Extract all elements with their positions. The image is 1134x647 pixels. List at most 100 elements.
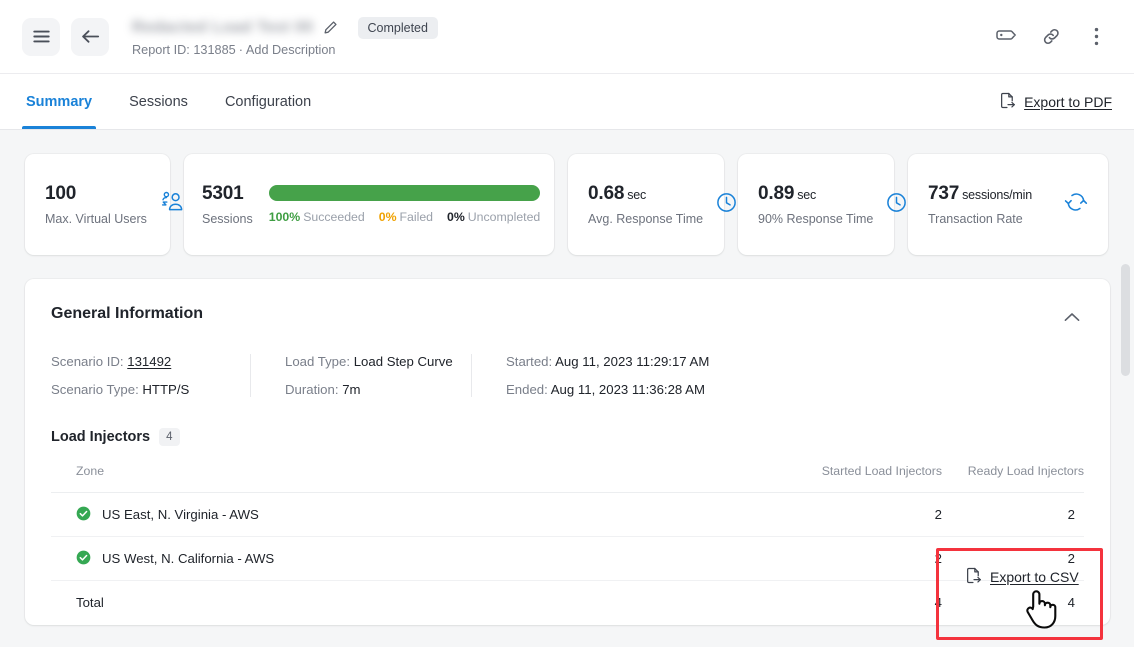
info-row-load-type: Load Type: Load Step Curve: [285, 354, 453, 369]
summary-content: 100 Max. Virtual Users 5301 Sessions 100…: [0, 130, 1134, 647]
legend-failed: 0% Failed: [379, 210, 433, 224]
report-title-block: Redacted Load Test 00 Completed Report I…: [132, 16, 438, 57]
general-information-panel: General Information Scenario ID: 131492 …: [25, 279, 1110, 625]
transaction-rate-label: Transaction Rate: [928, 212, 1023, 226]
sessions-bar-block: 100% Succeeded 0% Failed 0% Uncompleted: [268, 185, 541, 224]
tab-configuration[interactable]: Configuration: [223, 74, 313, 129]
info-key: Duration:: [285, 382, 339, 397]
transaction-rate-number: 737: [928, 183, 960, 204]
table-total-row: Total 4 4: [51, 581, 1084, 625]
general-information-title: General Information: [51, 305, 204, 322]
legend-succeeded: 100% Succeeded: [269, 210, 365, 224]
info-row-scenario-id: Scenario ID: 131492: [51, 354, 216, 369]
table-row: US West, N. California - AWS 2 2: [51, 536, 1084, 581]
info-key: Scenario ID:: [51, 354, 124, 369]
legend-succeeded-text: Succeeded: [303, 210, 365, 224]
table-head: Zone Started Load Injectors Ready Load I…: [51, 464, 1084, 493]
kpi-text-block: 737 sessions/min Transaction Rate: [928, 183, 1032, 226]
chevron-up-icon[interactable]: [1060, 305, 1084, 329]
sessions-legend: 100% Succeeded 0% Failed 0% Uncompleted: [269, 210, 541, 224]
kpi-card-p90-response-time: 0.89 sec 90% Response Time: [738, 154, 907, 255]
export-to-csv-button[interactable]: Export to CSV: [965, 567, 1079, 587]
avg-response-time-number: 0.68: [588, 183, 625, 204]
column-header-ready-load-injectors: Ready Load Injectors: [942, 464, 1084, 493]
report-subtitle: Report ID: 131885 · Add Description: [132, 43, 438, 57]
info-key: Load Type:: [285, 354, 351, 369]
info-column-timing: Started: Aug 11, 2023 11:29:17 AM Ended:…: [471, 354, 743, 397]
tabbar-spacer: [313, 74, 999, 129]
pencil-icon[interactable]: [323, 20, 338, 35]
users-icon: [159, 190, 185, 219]
p90-response-time-unit: sec: [797, 188, 817, 202]
load-injectors-table: Zone Started Load Injectors Ready Load I…: [51, 464, 1084, 625]
info-row-scenario-type: Scenario Type: HTTP/S: [51, 382, 216, 397]
ready-load-injectors-value: 2: [942, 492, 1084, 537]
kpi-card-row: 100 Max. Virtual Users 5301 Sessions 100…: [25, 154, 1110, 255]
tab-sessions[interactable]: Sessions: [127, 74, 190, 129]
info-row-duration: Duration: 7m: [285, 382, 437, 397]
kpi-card-max-virtual-users: 100 Max. Virtual Users: [25, 154, 183, 255]
load-injectors-count-badge: 4: [159, 428, 180, 446]
table-row: US East, N. Virginia - AWS 2 2: [51, 492, 1084, 537]
tag-icon[interactable]: [994, 25, 1018, 49]
table-body: US East, N. Virginia - AWS 2 2 US West, …: [51, 492, 1084, 625]
sessions-bar-succeeded: [268, 185, 541, 201]
zone-cell: US East, N. Virginia - AWS: [51, 492, 757, 537]
info-key: Ended:: [506, 382, 548, 397]
report-id-text: Report ID: 131885: [132, 42, 236, 57]
zone-label: US East, N. Virginia - AWS: [102, 507, 259, 522]
subtitle-separator: ·: [238, 42, 243, 57]
column-header-started-load-injectors: Started Load Injectors: [757, 464, 942, 493]
tab-summary[interactable]: Summary: [21, 74, 97, 129]
export-to-pdf-button[interactable]: Export to PDF: [999, 92, 1112, 112]
info-row-ended: Ended: Aug 11, 2023 11:36:28 AM: [506, 382, 709, 397]
hamburger-menu-icon[interactable]: [22, 17, 60, 56]
tab-list: Summary Sessions Configuration: [21, 74, 313, 129]
load-injectors-header: Load Injectors 4: [51, 428, 1084, 446]
total-label: Total: [76, 595, 104, 611]
started-load-injectors-value: 2: [757, 536, 942, 581]
kpi-text-block: 0.68 sec Avg. Response Time: [588, 183, 703, 226]
started-load-injectors-value: 2: [757, 492, 942, 537]
transaction-rate-value: 737 sessions/min: [928, 183, 1032, 205]
panel-header: General Information: [51, 305, 1084, 329]
legend-uncompleted: 0% Uncompleted: [447, 210, 540, 224]
export-to-csv-label: Export to CSV: [990, 569, 1079, 585]
check-circle-icon: [76, 550, 91, 568]
info-key: Scenario Type:: [51, 382, 139, 397]
kpi-card-avg-response-time: 0.68 sec Avg. Response Time: [568, 154, 736, 255]
info-value: HTTP/S: [142, 382, 190, 397]
scrollbar-thumb[interactable]: [1121, 264, 1130, 376]
avg-response-time-label: Avg. Response Time: [588, 212, 704, 226]
more-vertical-icon[interactable]: [1084, 25, 1108, 49]
legend-uncompleted-percent: 0%: [447, 210, 465, 224]
add-description-link[interactable]: Add Description: [246, 43, 336, 57]
info-column-load: Load Type: Load Step Curve Duration: 7m: [250, 354, 471, 397]
report-title: Redacted Load Test 00: [132, 18, 314, 36]
status-badge: Completed: [357, 16, 438, 39]
back-arrow-icon[interactable]: [71, 17, 109, 56]
info-column-scenario: Scenario ID: 131492 Scenario Type: HTTP/…: [51, 354, 250, 397]
zone-label: US West, N. California - AWS: [102, 551, 275, 566]
total-started-value: 4: [934, 595, 942, 611]
header-action-icons: [994, 25, 1116, 49]
info-value: Load Step Curve: [353, 354, 453, 369]
info-row-started: Started: Aug 11, 2023 11:29:17 AM: [506, 354, 709, 369]
link-icon[interactable]: [1039, 25, 1063, 49]
general-information-grid: Scenario ID: 131492 Scenario Type: HTTP/…: [51, 354, 1084, 397]
check-circle-icon: [76, 506, 91, 524]
sessions-label: Sessions: [202, 212, 253, 226]
top-header-bar: Redacted Load Test 00 Completed Report I…: [0, 0, 1134, 74]
max-virtual-users-value: 100: [45, 183, 77, 204]
p90-response-time-value: 0.89 sec: [758, 183, 873, 205]
report-summary-page: Redacted Load Test 00 Completed Report I…: [0, 0, 1134, 647]
export-file-icon: [999, 92, 1016, 112]
vertical-scrollbar[interactable]: [1121, 264, 1130, 647]
avg-response-time-unit: sec: [627, 188, 647, 202]
scenario-id-link[interactable]: 131492: [127, 354, 171, 369]
info-value: 7m: [342, 382, 361, 397]
zone-cell: US West, N. California - AWS: [51, 536, 757, 581]
info-value: Aug 11, 2023 11:29:17 AM: [555, 354, 710, 369]
legend-failed-percent: 0%: [378, 210, 397, 224]
kpi-card-transaction-rate: 737 sessions/min Transaction Rate: [908, 154, 1108, 255]
